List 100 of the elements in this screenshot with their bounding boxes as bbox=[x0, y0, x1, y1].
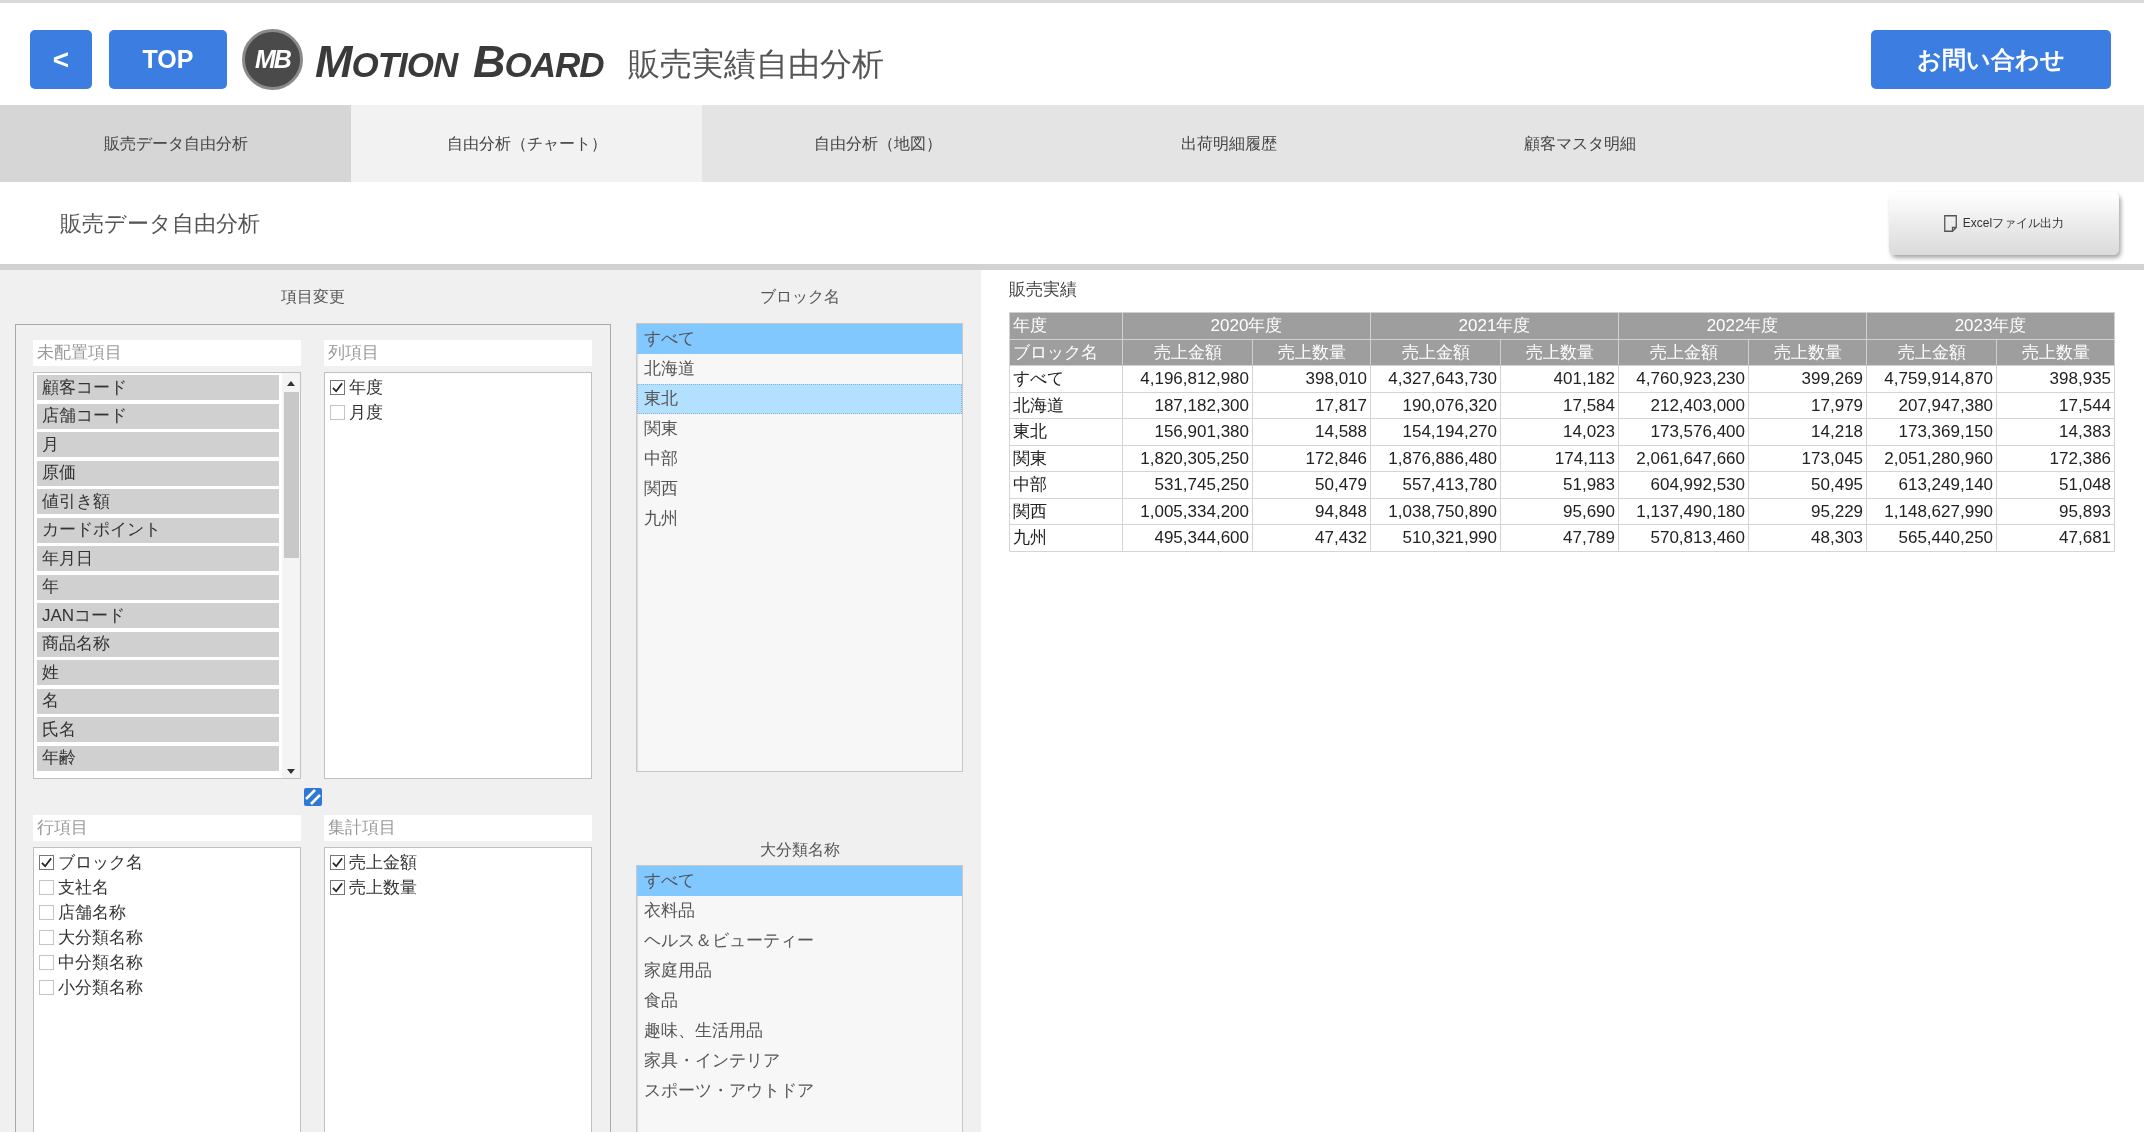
checkbox[interactable] bbox=[330, 855, 345, 870]
table-cell: 51,048 bbox=[1996, 471, 2115, 498]
list-item[interactable]: ヘルス＆ビューティー bbox=[637, 926, 962, 956]
table-cell: 495,344,600 bbox=[1122, 524, 1253, 551]
checkbox[interactable] bbox=[39, 930, 54, 945]
list-item[interactable]: 関東 bbox=[637, 414, 962, 444]
table-cell: 4,196,812,980 bbox=[1122, 365, 1253, 392]
checkbox[interactable] bbox=[39, 855, 54, 870]
checkbox-label: 売上金額 bbox=[349, 854, 417, 871]
checkmark-icon bbox=[332, 382, 343, 393]
checkmark-icon bbox=[41, 857, 52, 868]
section-label: 集計項目 bbox=[324, 815, 592, 841]
field-item[interactable]: 年月日 bbox=[37, 546, 279, 571]
header-cell: 売上数量 bbox=[1996, 339, 2115, 366]
header-cell: 2022年度 bbox=[1618, 312, 1867, 339]
table-cell: 1,876,886,480 bbox=[1370, 445, 1501, 472]
table-cell: 50,479 bbox=[1252, 471, 1371, 498]
tab[interactable]: 自由分析（チャート） bbox=[351, 105, 702, 182]
checkbox[interactable] bbox=[39, 880, 54, 895]
table-cell: 95,893 bbox=[1996, 498, 2115, 525]
table-cell: 172,846 bbox=[1252, 445, 1371, 472]
table-cell: 47,432 bbox=[1252, 524, 1371, 551]
field-item[interactable]: 店舗コード bbox=[37, 403, 279, 429]
table-cell: 173,369,150 bbox=[1866, 418, 1997, 445]
table-cell: 570,813,460 bbox=[1618, 524, 1749, 551]
list-item[interactable]: 衣料品 bbox=[637, 896, 962, 926]
field-item[interactable]: JANコード bbox=[37, 603, 279, 628]
list-item[interactable]: 関西 bbox=[637, 474, 962, 504]
list-item[interactable]: すべて bbox=[637, 324, 962, 354]
filter-title: 大分類名称 bbox=[759, 840, 840, 860]
header-cell: 売上金額 bbox=[1122, 339, 1253, 366]
row-label-cell: 関東 bbox=[1009, 445, 1123, 472]
table-cell: 187,182,300 bbox=[1122, 392, 1253, 419]
checkbox[interactable] bbox=[39, 980, 54, 995]
table-cell: 47,681 bbox=[1996, 524, 2115, 551]
header-cell: ブロック名 bbox=[1009, 339, 1123, 366]
list-item[interactable]: すべて bbox=[637, 866, 962, 896]
field-item[interactable]: 年 bbox=[37, 574, 279, 600]
table-cell: 1,148,627,990 bbox=[1866, 498, 1997, 525]
row-label-cell: 関西 bbox=[1009, 498, 1123, 525]
top-button[interactable]: TOP bbox=[109, 30, 227, 89]
table-cell: 14,023 bbox=[1500, 418, 1619, 445]
header-cell: 売上数量 bbox=[1252, 339, 1371, 366]
checkbox[interactable] bbox=[330, 380, 345, 395]
table-cell: 212,403,000 bbox=[1618, 392, 1749, 419]
header-cell: 売上金額 bbox=[1618, 339, 1749, 366]
field-item[interactable]: 氏名 bbox=[37, 717, 279, 742]
scroll-down-arrow-icon[interactable] bbox=[287, 769, 295, 774]
table-cell: 17,584 bbox=[1500, 392, 1619, 419]
list-item[interactable]: 家庭用品 bbox=[637, 956, 962, 986]
field-item[interactable]: 月 bbox=[37, 432, 279, 457]
header-cell: 売上数量 bbox=[1748, 339, 1867, 366]
table-title: 販売実績 bbox=[1009, 279, 1077, 301]
field-item[interactable]: 名 bbox=[37, 688, 279, 714]
list-item[interactable]: 趣味、生活用品 bbox=[637, 1016, 962, 1046]
field-item[interactable]: 商品名称 bbox=[37, 631, 279, 657]
list-item[interactable]: スポーツ・アウトドア bbox=[637, 1076, 962, 1106]
table-cell: 399,269 bbox=[1748, 365, 1867, 392]
table-cell: 14,218 bbox=[1748, 418, 1867, 445]
field-item[interactable]: 年齢 bbox=[37, 745, 279, 771]
section-label: 行項目 bbox=[33, 815, 301, 841]
table-cell: 156,901,380 bbox=[1122, 418, 1253, 445]
table-cell: 604,992,530 bbox=[1618, 471, 1749, 498]
checkbox-label: 支社名 bbox=[58, 879, 109, 896]
checkbox[interactable] bbox=[330, 405, 345, 420]
field-item[interactable]: 原価 bbox=[37, 460, 279, 486]
tab[interactable]: 販売データ自由分析 bbox=[0, 105, 351, 182]
header-cell: 売上金額 bbox=[1370, 339, 1501, 366]
table-cell: 398,010 bbox=[1252, 365, 1371, 392]
scroll-thumb[interactable] bbox=[283, 392, 299, 558]
header-cell: 2021年度 bbox=[1370, 312, 1619, 339]
table-cell: 565,440,250 bbox=[1866, 524, 1997, 551]
field-item[interactable]: 顧客コード bbox=[37, 375, 279, 400]
list-item[interactable]: 食品 bbox=[637, 986, 962, 1016]
excel-export-button[interactable]: Excelファイル出力 bbox=[1889, 191, 2119, 255]
list-item[interactable]: 家具・インテリア bbox=[637, 1046, 962, 1076]
checkbox[interactable] bbox=[39, 905, 54, 920]
back-button[interactable]: < bbox=[30, 30, 92, 89]
field-item[interactable]: カードポイント bbox=[37, 517, 279, 543]
page-title: 販売データ自由分析 bbox=[60, 209, 260, 238]
list-item[interactable]: 北海道 bbox=[637, 354, 962, 384]
field-item[interactable]: 姓 bbox=[37, 660, 279, 685]
field-item[interactable]: 値引き額 bbox=[37, 489, 279, 514]
table-cell: 2,051,280,960 bbox=[1866, 445, 1997, 472]
section-label: 未配置項目 bbox=[33, 340, 301, 366]
table-cell: 50,495 bbox=[1748, 471, 1867, 498]
list-item[interactable]: 中部 bbox=[637, 444, 962, 474]
contact-button[interactable]: お問い合わせ bbox=[1871, 30, 2111, 89]
logo-wordmark: MOTION BOARD bbox=[315, 38, 604, 89]
scrollbar[interactable] bbox=[282, 373, 300, 778]
table-cell: 17,979 bbox=[1748, 392, 1867, 419]
swap-icon[interactable] bbox=[304, 788, 322, 806]
checkbox-label: 中分類名称 bbox=[58, 954, 143, 971]
table-cell: 17,817 bbox=[1252, 392, 1371, 419]
scroll-up-arrow-icon[interactable] bbox=[287, 381, 295, 386]
list-item[interactable]: 九州 bbox=[637, 504, 962, 534]
list-item[interactable]: 東北 bbox=[637, 384, 962, 414]
checkbox[interactable] bbox=[330, 880, 345, 895]
checkbox[interactable] bbox=[39, 955, 54, 970]
table-cell: 1,137,490,180 bbox=[1618, 498, 1749, 525]
